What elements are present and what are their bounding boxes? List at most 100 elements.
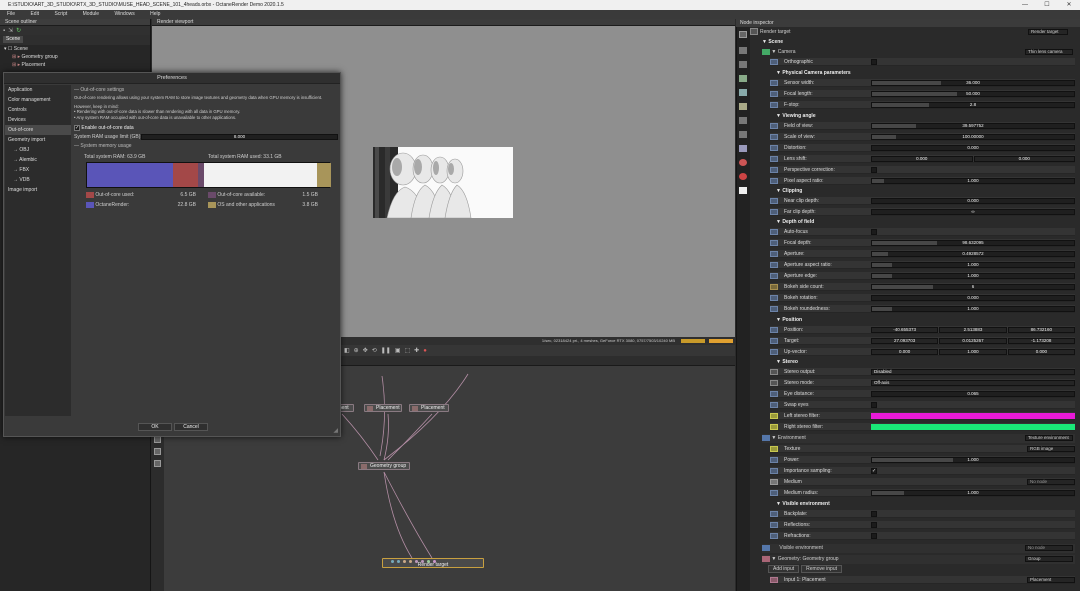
nav-application[interactable]: Application [5, 85, 71, 95]
node-placement-right[interactable]: Placement [409, 404, 449, 412]
collapse-icon[interactable]: ▾ ☐ [4, 46, 12, 52]
prop-near-clip[interactable]: Near clip depth: 0.000 [770, 197, 1075, 205]
menu-file[interactable]: File [0, 11, 22, 17]
camera-row[interactable]: ▼ Camera Thin lens camera [762, 48, 1075, 56]
pause-icon[interactable]: ❚❚ [381, 347, 391, 354]
nav-fbx[interactable]: → FBX [5, 165, 71, 175]
pan-icon[interactable]: ✥ [363, 347, 368, 354]
prop-scale-view[interactable]: Scale of view: 100.00000 [770, 133, 1075, 141]
node-placement-mid[interactable]: Placement [364, 404, 402, 412]
render-target-icon[interactable] [739, 31, 747, 38]
camera-icon[interactable]: ◧ [344, 347, 350, 354]
prop-eye-distance[interactable]: Eye distance: 0.065 [770, 390, 1075, 398]
right-filter-swatch[interactable] [871, 424, 1075, 430]
prop-bokeh-rotation[interactable]: Bokeh rotation: 0.000 [770, 294, 1075, 302]
picker-icon[interactable]: ✚ [414, 347, 419, 354]
prop-up-vector[interactable]: Up-vector: 0.000 1.000 0.000 [770, 348, 1075, 356]
tree-item-placement[interactable]: ⊞ ▸ Placement [0, 61, 150, 69]
limit-slider[interactable]: 8.000 [141, 134, 338, 140]
prop-fstop[interactable]: F-stop: 2.8 [770, 101, 1075, 109]
pin-icon[interactable]: ▪ [3, 28, 5, 34]
postprocess-icon[interactable] [739, 103, 747, 110]
target-select[interactable]: Render target [1028, 29, 1068, 35]
environment-type-select[interactable]: Texture environment [1025, 435, 1073, 441]
texture-type-select[interactable]: RGB image [1027, 446, 1075, 452]
prop-backplate[interactable]: Backplate: [770, 510, 1075, 518]
prop-power[interactable]: Power: 1.000 [770, 456, 1075, 464]
environment-icon[interactable] [739, 61, 747, 68]
prop-bokeh-sides[interactable]: Bokeh side count: 6 [770, 283, 1075, 291]
prop-aperture-aspect[interactable]: Aperture aspect ratio: 1.000 [770, 261, 1075, 269]
menu-module[interactable]: Module [76, 11, 106, 17]
enable-checkbox[interactable]: ✓ [74, 124, 80, 131]
maximize-icon[interactable]: ☐ [1036, 0, 1058, 10]
prop-target[interactable]: Target: 27.093703 0.0125267 -1.173208 [770, 337, 1075, 345]
expand-icon[interactable]: ⇲ [8, 27, 13, 34]
swap-eyes-checkbox[interactable] [871, 402, 877, 408]
orthographic-checkbox[interactable] [871, 59, 877, 65]
nav-image-import[interactable]: Image import [5, 185, 71, 195]
animation-icon[interactable] [739, 131, 747, 138]
nav-controls[interactable]: Controls [5, 105, 71, 115]
graph-node-icon[interactable] [154, 436, 161, 443]
section-scene[interactable]: ▼ Scene [762, 39, 783, 46]
section-stereo[interactable]: ▼ Stereo [776, 359, 798, 366]
nav-vdb[interactable]: → VDB [5, 175, 71, 185]
graph-group-icon[interactable] [154, 448, 161, 455]
backplate-checkbox[interactable] [871, 511, 877, 517]
prop-medium[interactable]: Medium No node [770, 478, 1075, 486]
prop-medium-radius[interactable]: Medium radius: 1.000 [770, 489, 1075, 497]
nav-obj[interactable]: → OBJ [5, 145, 71, 155]
prop-focal-depth[interactable]: Focal depth: 98.632095 [770, 239, 1075, 247]
prop-position[interactable]: Position: -40.655373 2.513883 86.732160 [770, 326, 1075, 334]
environment-row[interactable]: ▼ Environment Texture environment [762, 434, 1075, 443]
texture-icon[interactable] [739, 173, 747, 180]
prop-lens-shift[interactable]: Lens shift: 0.000 0.000 [770, 155, 1075, 163]
prop-left-filter[interactable]: Left stereo filter: [770, 412, 1075, 420]
prop-autofocus[interactable]: Auto-focus [770, 228, 1075, 236]
prop-aperture-edge[interactable]: Aperture edge: 1.000 [770, 272, 1075, 280]
lock-icon[interactable]: ▣ [395, 347, 401, 354]
cancel-button[interactable]: Cancel [174, 423, 208, 431]
prop-fov[interactable]: Field of view: 39.597752 [770, 122, 1075, 130]
nav-alembic[interactable]: → Alembic [5, 155, 71, 165]
section-clipping[interactable]: ▼ Clipping [776, 188, 802, 195]
perspective-checkbox[interactable] [871, 167, 877, 173]
refractions-checkbox[interactable] [871, 533, 877, 539]
prop-perspective-correction[interactable]: Perspective correction: [770, 166, 1075, 174]
node-render-target[interactable]: Render target [382, 558, 484, 568]
prop-stereo-output[interactable]: Stereo output: Disabled [770, 368, 1075, 376]
film-icon[interactable] [739, 117, 747, 124]
tree-item-scene[interactable]: ▾ ☐ Scene [0, 45, 150, 53]
color-icon[interactable]: ● [423, 348, 427, 354]
stereo-output-select[interactable]: Disabled [871, 369, 1075, 375]
camera-type-select[interactable]: Thin lens camera [1025, 49, 1073, 55]
output-icon[interactable] [739, 187, 747, 194]
prop-orthographic[interactable]: Orthographic [770, 58, 1075, 66]
close-icon[interactable]: ✕ [1058, 0, 1080, 10]
prop-right-filter[interactable]: Right stereo filter: [770, 423, 1075, 431]
prop-distortion[interactable]: Distortion: 0.000 [770, 144, 1075, 152]
section-viewing-angle[interactable]: ▼ Viewing angle [776, 113, 816, 120]
tree-item-geometry-group[interactable]: ⊞ ▸ Geometry group [0, 53, 150, 61]
reflections-checkbox[interactable] [871, 522, 877, 528]
prop-aperture[interactable]: Aperture: 0.4928572 [770, 250, 1075, 258]
geometry-type-select[interactable]: Group [1025, 556, 1073, 562]
nav-out-of-core[interactable]: Out-of-core [5, 125, 71, 135]
section-dof[interactable]: ▼ Depth of field [776, 219, 814, 226]
prop-swap-eyes[interactable]: Swap eyes [770, 401, 1075, 409]
autofocus-checkbox[interactable] [871, 229, 877, 235]
visible-env-select[interactable]: No node [1025, 545, 1073, 551]
remove-input-button[interactable]: Remove input [801, 565, 842, 573]
prop-texture[interactable]: Texture RGB image [770, 445, 1075, 453]
stereo-mode-select[interactable]: Off-axis [871, 380, 1075, 386]
geometry-row[interactable]: ▼ Geometry: Geometry group Group [762, 555, 1075, 564]
section-visible-environment[interactable]: ▼ Visible environment [776, 501, 830, 508]
minimize-icon[interactable]: — [1014, 0, 1036, 10]
material-icon[interactable] [739, 159, 747, 166]
prop-importance-sampling[interactable]: Importance sampling: ✓ [770, 467, 1075, 475]
prop-sensor-width[interactable]: Sensor width: 36.000 [770, 79, 1075, 87]
menu-edit[interactable]: Edit [23, 11, 46, 17]
prop-refractions[interactable]: Refractions: [770, 532, 1075, 540]
section-physical[interactable]: ▼ Physical Camera parameters [776, 70, 851, 77]
